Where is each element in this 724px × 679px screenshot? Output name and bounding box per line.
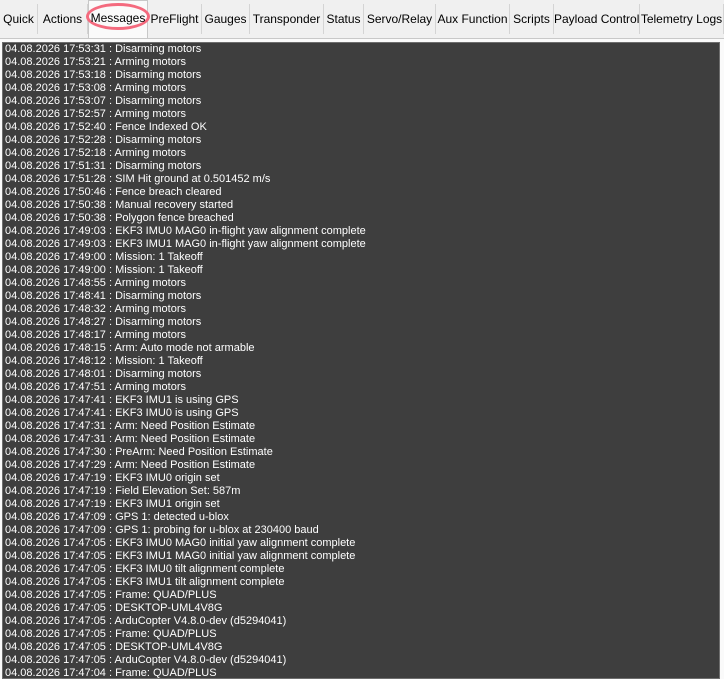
message-line: 04.08.2026 17:49:03 : EKF3 IMU1 MAG0 in-… (5, 238, 366, 250)
messages-panel: 04.08.2026 17:53:31 : Disarming motors 04… (0, 39, 724, 679)
message-line: 04.08.2026 17:47:19 : Field Elevation Se… (5, 485, 241, 497)
message-line: 04.08.2026 17:47:05 : Frame: QUAD/PLUS (5, 628, 217, 640)
message-line: 04.08.2026 17:53:08 : Arming motors (5, 82, 187, 94)
tab-quick[interactable]: Quick (0, 4, 38, 34)
message-line: 04.08.2026 17:47:05 : EKF3 IMU1 tilt ali… (5, 576, 285, 588)
tab-label: Payload Control (554, 12, 640, 26)
message-line: 04.08.2026 17:47:31 : Arm: Need Position… (5, 420, 256, 432)
tab-scripts[interactable]: Scripts (510, 4, 554, 34)
message-line: 04.08.2026 17:48:15 : Arm: Auto mode not… (5, 342, 255, 354)
message-line: 04.08.2026 17:48:12 : Mission: 1 Takeoff (5, 355, 203, 367)
message-line: 04.08.2026 17:49:00 : Mission: 1 Takeoff (5, 264, 203, 276)
message-line: 04.08.2026 17:52:40 : Fence Indexed OK (5, 121, 207, 133)
messages-log[interactable]: 04.08.2026 17:53:31 : Disarming motors 04… (2, 42, 720, 679)
tab-transponder[interactable]: Transponder (250, 4, 324, 34)
tab-messages[interactable]: Messages (86, 0, 150, 38)
tab-label: Servo/Relay (366, 12, 433, 26)
message-line: 04.08.2026 17:47:04 : Frame: QUAD/PLUS (5, 667, 217, 679)
message-line: 04.08.2026 17:49:03 : EKF3 IMU0 MAG0 in-… (5, 225, 366, 237)
message-line: 04.08.2026 17:48:55 : Arming motors (5, 277, 187, 289)
message-line: 04.08.2026 17:48:01 : Disarming motors (5, 368, 202, 380)
message-line: 04.08.2026 17:48:32 : Arming motors (5, 303, 187, 315)
tab-label: Quick (3, 12, 34, 26)
message-line: 04.08.2026 17:53:31 : Disarming motors (5, 43, 202, 55)
message-line: 04.08.2026 17:47:05 : EKF3 IMU1 MAG0 ini… (5, 550, 356, 562)
message-line: 04.08.2026 17:51:31 : Disarming motors (5, 160, 202, 172)
tab-payload-control[interactable]: Payload Control (554, 4, 640, 34)
tab-label: Messages (90, 11, 146, 25)
message-line: 04.08.2026 17:48:41 : Disarming motors (5, 290, 202, 302)
tab-gauges[interactable]: Gauges (202, 4, 250, 34)
tab-telemetry-logs[interactable]: Telemetry Logs (640, 4, 724, 34)
message-line: 04.08.2026 17:47:19 : EKF3 IMU0 origin s… (5, 472, 220, 484)
tab-label: Gauges (204, 12, 247, 26)
tab-bar: Quick Actions Messages PreFlight Gauges … (0, 0, 724, 39)
message-line: 04.08.2026 17:53:07 : Disarming motors (5, 95, 202, 107)
message-line: 04.08.2026 17:48:27 : Disarming motors (5, 316, 202, 328)
tab-aux-function[interactable]: Aux Function (436, 4, 510, 34)
message-line: 04.08.2026 17:49:00 : Mission: 1 Takeoff (5, 251, 203, 263)
message-line: 04.08.2026 17:47:09 : GPS 1: detected u-… (5, 511, 229, 523)
message-line: 04.08.2026 17:47:09 : GPS 1: probing for… (5, 524, 319, 536)
message-line: 04.08.2026 17:47:05 : Frame: QUAD/PLUS (5, 589, 217, 601)
message-line: 04.08.2026 17:47:05 : DESKTOP-UML4V8G (5, 641, 223, 653)
message-line: 04.08.2026 17:51:28 : SIM Hit ground at … (5, 173, 271, 185)
message-line: 04.08.2026 17:47:30 : PreArm: Need Posit… (5, 446, 273, 458)
message-line: 04.08.2026 17:47:05 : ArduCopter V4.8.0-… (5, 615, 287, 627)
message-line: 04.08.2026 17:52:57 : Arming motors (5, 108, 187, 120)
message-line: 04.08.2026 17:50:46 : Fence breach clear… (5, 186, 222, 198)
tab-preflight[interactable]: PreFlight (148, 4, 202, 34)
message-line: 04.08.2026 17:52:18 : Arming motors (5, 147, 187, 159)
tab-servo-relay[interactable]: Servo/Relay (364, 4, 436, 34)
message-line: 04.08.2026 17:47:05 : DESKTOP-UML4V8G (5, 602, 223, 614)
message-line: 04.08.2026 17:47:05 : EKF3 IMU0 MAG0 ini… (5, 537, 356, 549)
message-line: 04.08.2026 17:47:19 : EKF3 IMU1 origin s… (5, 498, 220, 510)
message-line: 04.08.2026 17:47:05 : ArduCopter V4.8.0-… (5, 654, 287, 666)
message-line: 04.08.2026 17:47:41 : EKF3 IMU0 is using… (5, 407, 239, 419)
tab-label: Telemetry Logs (640, 12, 723, 26)
message-line: 04.08.2026 17:47:29 : Arm: Need Position… (5, 459, 256, 471)
tab-label: Aux Function (437, 12, 508, 26)
message-line: 04.08.2026 17:47:31 : Arm: Need Position… (5, 433, 256, 445)
tab-actions[interactable]: Actions (38, 4, 88, 34)
tab-status[interactable]: Status (324, 4, 364, 34)
tab-label: Actions (42, 12, 83, 26)
message-line: 04.08.2026 17:47:05 : EKF3 IMU0 tilt ali… (5, 563, 285, 575)
message-line: 04.08.2026 17:53:18 : Disarming motors (5, 69, 202, 81)
message-line: 04.08.2026 17:50:38 : Manual recovery st… (5, 199, 234, 211)
message-line: 04.08.2026 17:48:17 : Arming motors (5, 329, 187, 341)
tab-label: Status (326, 12, 361, 26)
message-line: 04.08.2026 17:53:21 : Arming motors (5, 56, 187, 68)
message-line: 04.08.2026 17:47:41 : EKF3 IMU1 is using… (5, 394, 239, 406)
tab-label: PreFlight (150, 12, 199, 26)
tab-label: Transponder (252, 12, 321, 26)
message-line: 04.08.2026 17:52:28 : Disarming motors (5, 134, 202, 146)
message-line: 04.08.2026 17:47:51 : Arming motors (5, 381, 187, 393)
message-line: 04.08.2026 17:50:38 : Polygon fence brea… (5, 212, 234, 224)
tab-label: Scripts (513, 12, 550, 26)
